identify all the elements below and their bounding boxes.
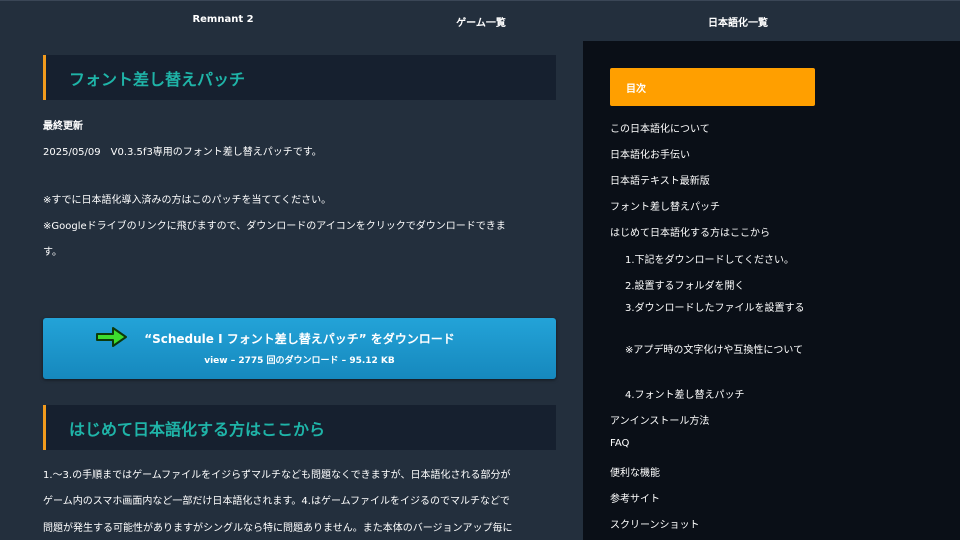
paragraph-line: ゲーム内のスマホ画面内など一部だけ日本語化されます。4.はゲームファイルをイジる… xyxy=(43,496,510,507)
toc-subitem[interactable]: 3.ダウンロードしたファイルを設置する xyxy=(625,302,815,316)
sidebar-toc: 目次 この日本語化について 日本語化お手伝い 日本語テキスト最新版 フォント差し… xyxy=(583,41,960,540)
toc-subitem[interactable]: 1.下記をダウンロードしてください。 xyxy=(625,251,794,266)
section-heading-font-patch: フォント差し替えパッチ xyxy=(43,55,556,100)
toc-subitem[interactable]: 4.フォント差し替えパッチ xyxy=(625,386,745,401)
last-updated-label: 最終更新 xyxy=(43,121,83,132)
note-already-installed: ※すでに日本語化導入済みの方はこのパッチを当ててください。 xyxy=(43,195,332,206)
section-heading-first-time: はじめて日本語化する方はここから xyxy=(43,405,556,450)
section-title: はじめて日本語化する方はここから xyxy=(69,419,326,439)
toc-item[interactable]: はじめて日本語化する方はここから xyxy=(610,224,770,239)
update-description: 2025/05/09 V0.3.5f3専用のフォント差し替えパッチです。 xyxy=(43,147,322,158)
toc-subitem[interactable]: 2.設置するフォルダを開く xyxy=(625,277,745,292)
download-button[interactable]: “Schedule I フォント差し替えパッチ” をダウンロード view – … xyxy=(43,318,556,379)
toc-item[interactable]: この日本語化について xyxy=(610,120,710,135)
paragraph-line: 問題が発生する可能性がありますがシングルなら特に問題ありません。また本体のバージ… xyxy=(43,523,513,534)
toc-subitem[interactable]: ※アプデ時の文字化けや互換性について xyxy=(625,344,815,358)
nav-link-game-list[interactable]: ゲーム一覧 xyxy=(456,14,506,29)
paragraph-line: 1.～3.の手順まではゲームファイルをイジらずマルチなども問題なくできますが、日… xyxy=(43,470,511,481)
note-google-drive: ※Googleドライブのリンクに飛びますので、ダウンロードのアイコンをクリックで… xyxy=(43,221,506,232)
toc-item[interactable]: アンインストール方法 xyxy=(610,412,709,427)
download-label: “Schedule I フォント差し替えパッチ” をダウンロード xyxy=(144,332,455,346)
download-meta: view – 2775 回のダウンロード – 95.12 KB xyxy=(204,356,395,366)
nav-link-remnant2[interactable]: Remnant 2 xyxy=(192,14,253,25)
note-google-drive-cont: す。 xyxy=(43,247,62,258)
toc-header: 目次 xyxy=(610,68,815,106)
toc-item[interactable]: 便利な機能 xyxy=(610,464,660,479)
toc-item[interactable]: 日本語化お手伝い xyxy=(610,146,690,161)
nav-link-japanese-list[interactable]: 日本語化一覧 xyxy=(708,14,768,29)
toc-title: 目次 xyxy=(626,84,646,95)
toc-item[interactable]: 日本語テキスト最新版 xyxy=(610,172,710,187)
main-content: フォント差し替えパッチ 最終更新 2025/05/09 V0.3.5f3専用のフ… xyxy=(0,41,583,540)
toc-item[interactable]: 参考サイト xyxy=(610,490,660,505)
toc-item[interactable]: フォント差し替えパッチ xyxy=(610,198,720,213)
toc-item[interactable]: FAQ xyxy=(610,438,629,449)
section-title: フォント差し替えパッチ xyxy=(69,69,246,89)
toc-item[interactable]: スクリーンショット xyxy=(610,516,700,531)
top-navigation: Remnant 2 ゲーム一覧 日本語化一覧 xyxy=(0,0,960,41)
